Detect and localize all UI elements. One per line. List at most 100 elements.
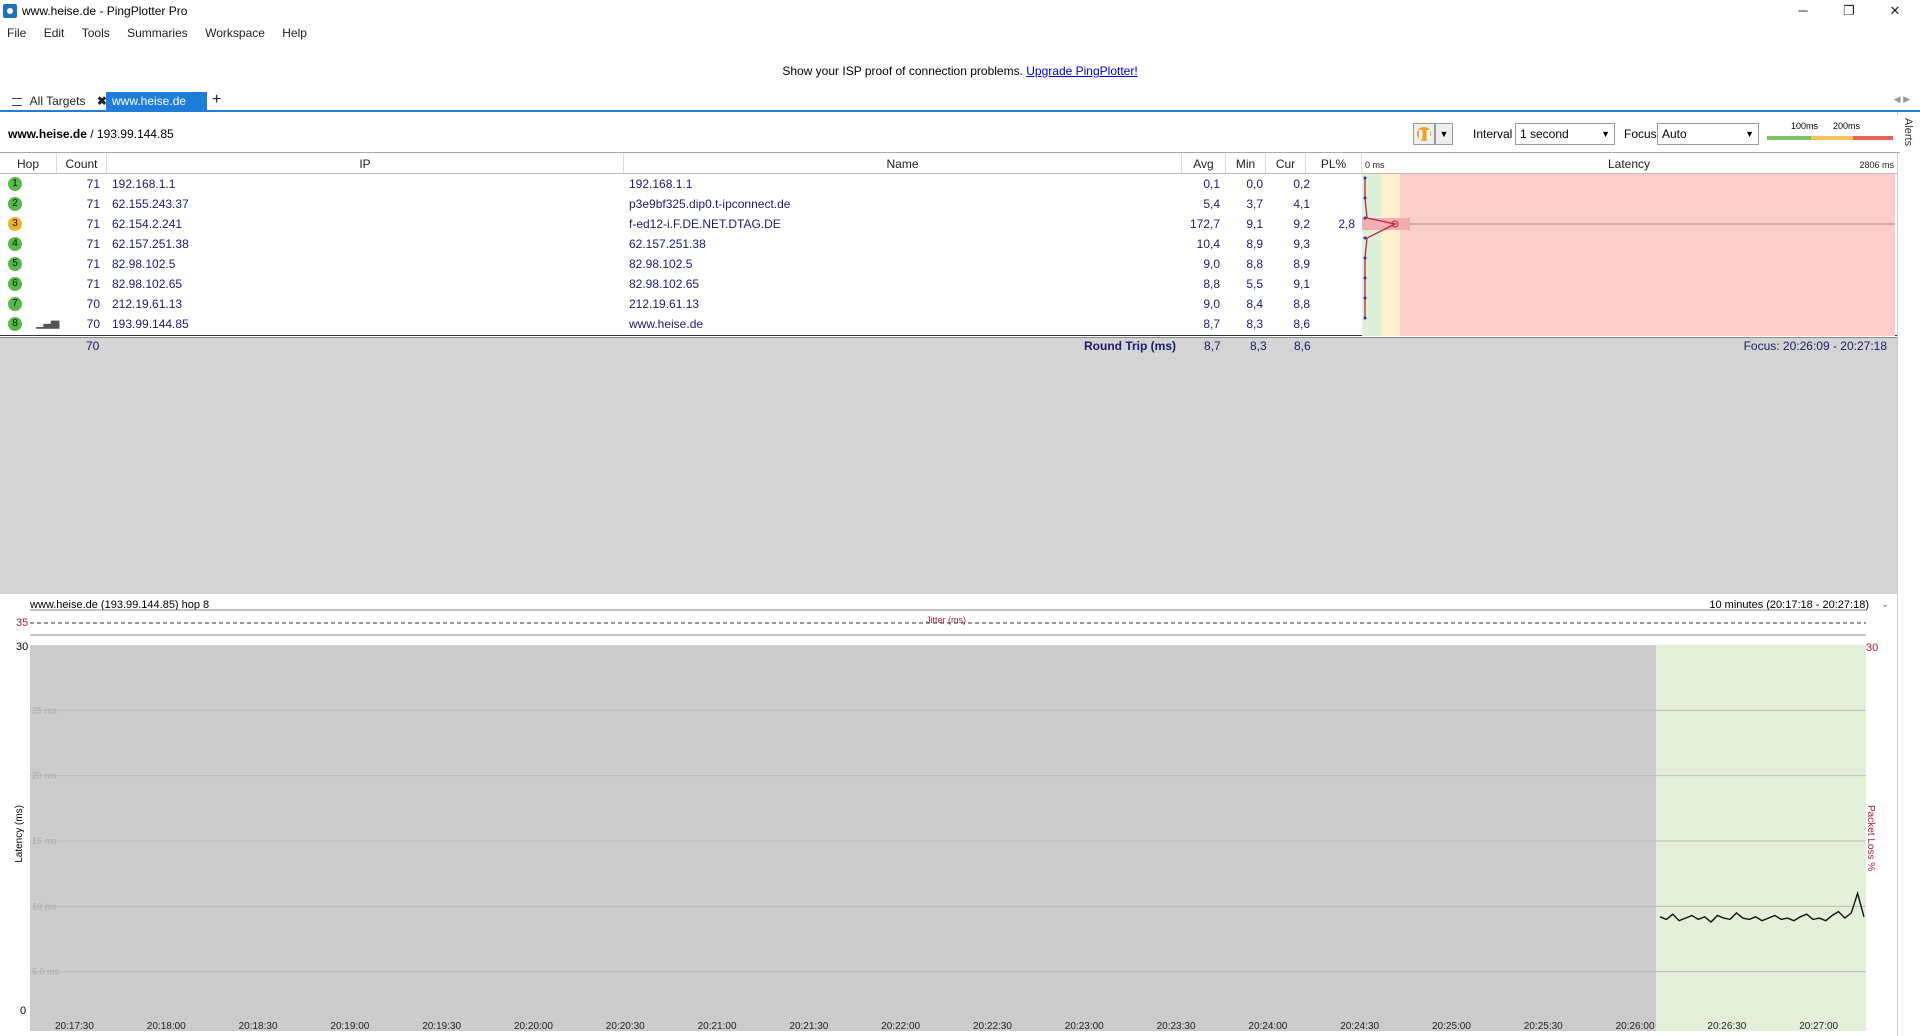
header-latency: Latency [1608,157,1651,171]
gridline-label: 20 ms [32,771,57,781]
x-tick-label: 20:23:30 [1156,1021,1196,1032]
header-ip[interactable]: IP [107,154,624,174]
bar-chart-icon[interactable]: ▁▃▅ [36,316,59,329]
cell-min: 8,4 [1246,297,1263,311]
chevron-down-icon: ▼ [1745,129,1754,139]
tab-all-targets-label: All Targets [29,94,86,108]
target-bar: www.heise.de / 193.99.144.85 ❚❚ ▼ Interv… [0,115,1900,153]
header-name[interactable]: Name [624,154,1182,174]
promo-text: Show your ISP proof of connection proble… [782,64,1023,78]
hop-status-icon: 4 [8,237,22,251]
cell-cur: 8,8 [1293,297,1310,311]
menu-tools[interactable]: Tools [75,24,117,42]
alerts-sidebar[interactable]: Alerts [1897,112,1920,1036]
header-avg[interactable]: Avg [1182,154,1226,174]
maximize-button[interactable]: ❐ [1826,0,1872,22]
cell-name: 212.19.61.13 [629,297,700,311]
close-button[interactable]: ✕ [1872,0,1918,22]
menu-workspace[interactable]: Workspace [198,24,272,42]
pause-button[interactable]: ❚❚ [1413,123,1435,145]
x-tick-label: 20:19:00 [330,1021,370,1032]
summary-avg: 8,7 [1204,339,1221,353]
hop-status-icon: 5 [8,257,22,271]
hop-status-icon: 3 [8,217,22,231]
cell-name: 62.157.251.38 [629,237,706,251]
table-row[interactable]: 8 ▁▃▅ 70 193.99.144.85 www.heise.de 8,7 8,3 8,6 [0,314,1366,334]
interval-select[interactable]: 1 second ▼ [1515,123,1615,145]
cell-cur: 9,3 [1293,237,1310,251]
hop-status-icon: 8 [8,317,22,331]
tab-heise-label: www.heise.de [112,94,187,108]
pause-dropdown-icon[interactable]: ▼ [1435,123,1453,145]
tab-all-targets[interactable]: All Targets ✖ [6,92,113,110]
cell-count: 70 [86,317,100,331]
gridline-label: 25 ms [32,705,57,715]
menu-bar: File Edit Tools Summaries Workspace Help [0,24,1920,44]
add-tab-button[interactable]: + [212,91,221,109]
header-count[interactable]: Count [57,154,107,174]
table-row[interactable]: 3 71 62.154.2.241 f-ed12-i.F.DE.NET.DTAG.DE… [0,214,1366,234]
menu-summaries[interactable]: Summaries [120,24,195,42]
promo-banner: Show your ISP proof of connection proble… [0,64,1920,78]
scale-red [1853,136,1893,140]
cell-name: f-ed12-i.F.DE.NET.DTAG.DE [629,217,781,231]
upgrade-link[interactable]: Upgrade PingPlotter! [1026,64,1137,78]
x-tick-label: 20:26:30 [1707,1021,1747,1032]
cell-cur: 0,2 [1293,177,1310,191]
table-row[interactable]: 4 71 62.157.251.38 62.157.251.38 10,4 8,9 9,3 [0,234,1366,254]
cell-min: 5,5 [1246,277,1263,291]
x-tick-label: 20:24:00 [1248,1021,1288,1032]
menu-edit[interactable]: Edit [37,24,72,42]
menu-help[interactable]: Help [275,24,314,42]
interval-value: 1 second [1520,127,1569,141]
x-tick-label: 20:17:30 [55,1021,94,1032]
hop-status-icon: 1 [8,177,22,191]
app-icon [3,4,17,18]
cell-ip: 62.155.243.37 [112,197,189,211]
header-cur[interactable]: Cur [1266,154,1306,174]
menu-file[interactable]: File [0,24,33,42]
x-tick-label: 20:27:00 [1799,1021,1839,1032]
cell-count: 71 [86,277,100,291]
table-row[interactable]: 7 70 212.19.61.13 212.19.61.13 9,0 8,4 8,8 [0,294,1366,314]
cell-name: 82.98.102.65 [629,277,700,291]
cell-cur: 8,9 [1293,257,1310,271]
header-hop[interactable]: Hop [0,154,57,174]
x-tick-label: 20:25:30 [1523,1021,1563,1032]
cell-min: 0,0 [1246,177,1263,191]
header-min[interactable]: Min [1226,154,1266,174]
x-tick-label: 20:18:00 [146,1021,186,1032]
cell-count: 70 [86,297,100,311]
latency-graph-panel[interactable] [1362,174,1895,336]
summary-area: 70 Round Trip (ms) 8,7 8,3 8,6 Focus: 20… [0,337,1897,607]
header-pl[interactable]: PL% [1306,154,1362,174]
x-tick-label: 20:22:30 [973,1021,1012,1032]
header-zero: 0 ms [1365,160,1385,170]
cell-min: 8,3 [1246,317,1263,331]
window-title: www.heise.de - PingPlotter Pro [22,4,188,18]
chevron-down-icon[interactable]: ⌄ [1881,599,1889,610]
tab-scroll-arrows[interactable]: ◀ ▶ [1894,94,1910,105]
table-row[interactable]: 2 71 62.155.243.37 p3e9bf325.dip0.t-ipconne… [0,194,1366,214]
cell-min: 8,9 [1246,237,1263,251]
summary-min: 8,3 [1250,339,1267,353]
cell-count: 71 [86,217,100,231]
cell-avg: 5,4 [1203,197,1220,211]
focus-select[interactable]: Auto ▼ [1657,123,1759,145]
scale-100-label: 100ms [1791,121,1819,131]
table-row[interactable]: 6 71 82.98.102.65 82.98.102.65 8,8 5,5 9,1 [0,274,1366,294]
y-axis-label: Latency (ms) [14,805,25,863]
table-row[interactable]: 1 71 192.168.1.1 192.168.1.1 0,1 0,0 0,2 [0,174,1366,194]
x-tick-label: 20:23:00 [1064,1021,1104,1032]
y-right-top-label: 30 [1866,642,1879,654]
tab-heise[interactable]: www.heise.de ✔ [106,92,207,126]
scale-green [1767,136,1811,140]
minimize-button[interactable]: ─ [1780,0,1826,22]
latency-scale-legend[interactable]: 100ms 200ms [1767,121,1895,147]
focus-label: Focus [1624,127,1657,141]
timeline-chart[interactable]: 25 ms 20 ms 15 ms 10 ms 5,0 ms [30,607,1866,1031]
y2-axis-label: Packet Loss % [1865,805,1876,872]
header-latency-graph[interactable]: 0 ms Latency 2806 ms [1362,154,1897,174]
cell-cur: 4,1 [1293,197,1310,211]
table-row[interactable]: 5 71 82.98.102.5 82.98.102.5 9,0 8,8 8,9 [0,254,1366,274]
